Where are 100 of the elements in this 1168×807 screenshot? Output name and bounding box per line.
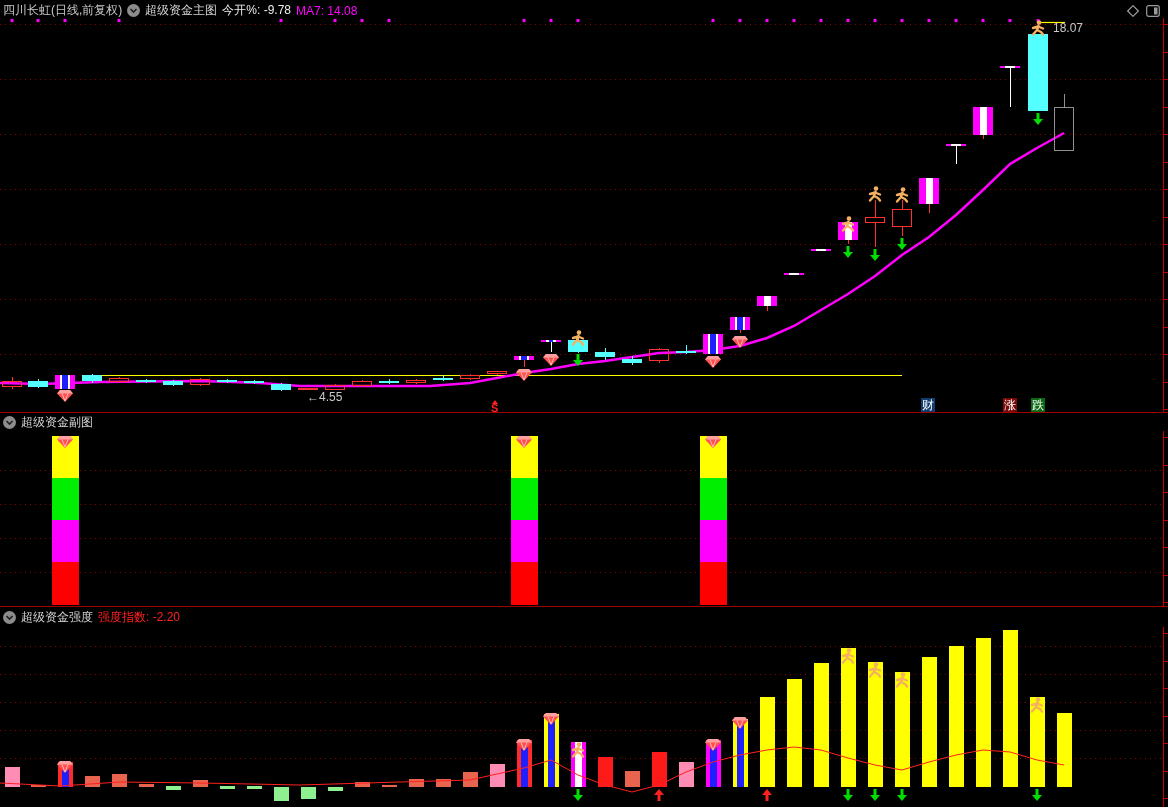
candlestick (541, 340, 561, 353)
gem-icon (705, 436, 721, 448)
up-arrow-icon (654, 789, 664, 801)
dropdown-icon[interactable] (3, 416, 16, 429)
runner-icon (895, 187, 909, 203)
runner-icon (895, 672, 909, 688)
down-arrow-icon (897, 238, 907, 250)
candlestick (676, 344, 696, 355)
candlestick (352, 379, 372, 388)
down-arrow-icon (897, 789, 907, 801)
candlestick (703, 334, 723, 354)
signal-marker-icon (279, 19, 283, 22)
candlestick (757, 296, 777, 312)
diamond-icon[interactable] (1127, 4, 1139, 17)
stock-title: 四川长虹(日线,前复权) (3, 2, 123, 19)
event-tag: 涨 (1003, 398, 1017, 412)
runner-icon (841, 648, 855, 664)
panel-toggle-icon[interactable] (1146, 4, 1160, 17)
gem-icon (732, 717, 748, 729)
candlestick (784, 273, 804, 275)
dropdown-icon[interactable] (127, 4, 141, 17)
candlestick (892, 199, 912, 237)
candlestick (271, 382, 291, 392)
runner-icon (868, 186, 882, 202)
signal-marker-icon (549, 19, 553, 22)
gem-icon (516, 369, 532, 381)
signal-marker-icon (846, 19, 850, 22)
strength-bar (598, 757, 613, 787)
down-arrow-icon (843, 789, 853, 801)
down-arrow-icon (870, 249, 880, 261)
candlestick (487, 371, 507, 376)
signal-marker-icon (738, 19, 742, 22)
signal-marker-icon (63, 19, 67, 22)
gem-icon (57, 390, 73, 402)
candlestick (190, 377, 210, 387)
ma7-value: MA7: 14.08 (296, 3, 358, 18)
runner-icon (1030, 697, 1044, 713)
strength-bar (166, 786, 181, 790)
candlestick (811, 249, 831, 251)
down-arrow-icon (573, 354, 583, 366)
signal-marker-icon (36, 19, 40, 22)
candlestick (622, 355, 642, 366)
gem-icon (543, 713, 559, 725)
indicator-name: 超级资金副图 (21, 414, 93, 431)
candlestick (244, 379, 264, 385)
strength-bar (139, 784, 154, 787)
candlestick (325, 383, 345, 390)
candlestick (595, 347, 615, 361)
strength-bar (220, 786, 235, 789)
high-marker-line (1039, 21, 1066, 24)
candlestick (460, 373, 480, 381)
runner-icon (571, 742, 585, 758)
event-tag: 财 (921, 398, 935, 412)
strength-index-value: 强度指数: -2.20 (98, 608, 181, 626)
candlestick (163, 379, 183, 387)
down-arrow-icon (573, 789, 583, 801)
signal-marker-icon (873, 19, 877, 22)
candlestick (109, 376, 129, 384)
down-arrow-icon (1032, 789, 1042, 801)
strength-bar (85, 776, 100, 787)
dropdown-icon[interactable] (3, 610, 16, 624)
caret-icon (492, 400, 498, 404)
candlestick (730, 317, 750, 334)
signal-marker-icon (981, 19, 985, 22)
runner-icon (571, 330, 585, 346)
candlestick (919, 178, 939, 214)
candlestick (1000, 66, 1020, 108)
signal-marker-icon (792, 19, 796, 22)
candlestick (514, 356, 534, 368)
candlestick (82, 373, 102, 384)
signal-marker-icon (927, 19, 931, 22)
indicator-name: 超级资金主图 (145, 2, 218, 19)
indicator-name: 超级资金强度 (21, 608, 93, 626)
gem-icon (516, 436, 532, 448)
candlestick (865, 199, 885, 248)
signal-marker-icon (765, 19, 769, 22)
strength-bar (247, 786, 262, 789)
strength-bar (274, 787, 289, 801)
runner-icon (841, 216, 855, 232)
high-price-label: 18.07 (1053, 23, 1084, 34)
candlestick (298, 388, 318, 390)
candlestick (946, 144, 966, 165)
candlestick (379, 378, 399, 385)
runner-icon (1031, 20, 1045, 36)
candlestick (973, 107, 993, 140)
candlestick (55, 375, 75, 389)
signal-marker-icon (522, 19, 526, 22)
down-arrow-icon (1033, 113, 1043, 125)
candlestick (433, 374, 453, 382)
candlestick (136, 378, 156, 384)
strength-bar (355, 782, 370, 787)
strength-bar (490, 764, 505, 787)
strength-bar (328, 787, 343, 791)
down-arrow-icon (843, 246, 853, 258)
strength-bar (679, 762, 694, 787)
candlestick (2, 376, 22, 390)
signal-marker-icon (819, 19, 823, 22)
gem-icon (543, 354, 559, 366)
signal-marker-icon (1008, 19, 1012, 22)
signal-marker-icon (333, 19, 337, 22)
